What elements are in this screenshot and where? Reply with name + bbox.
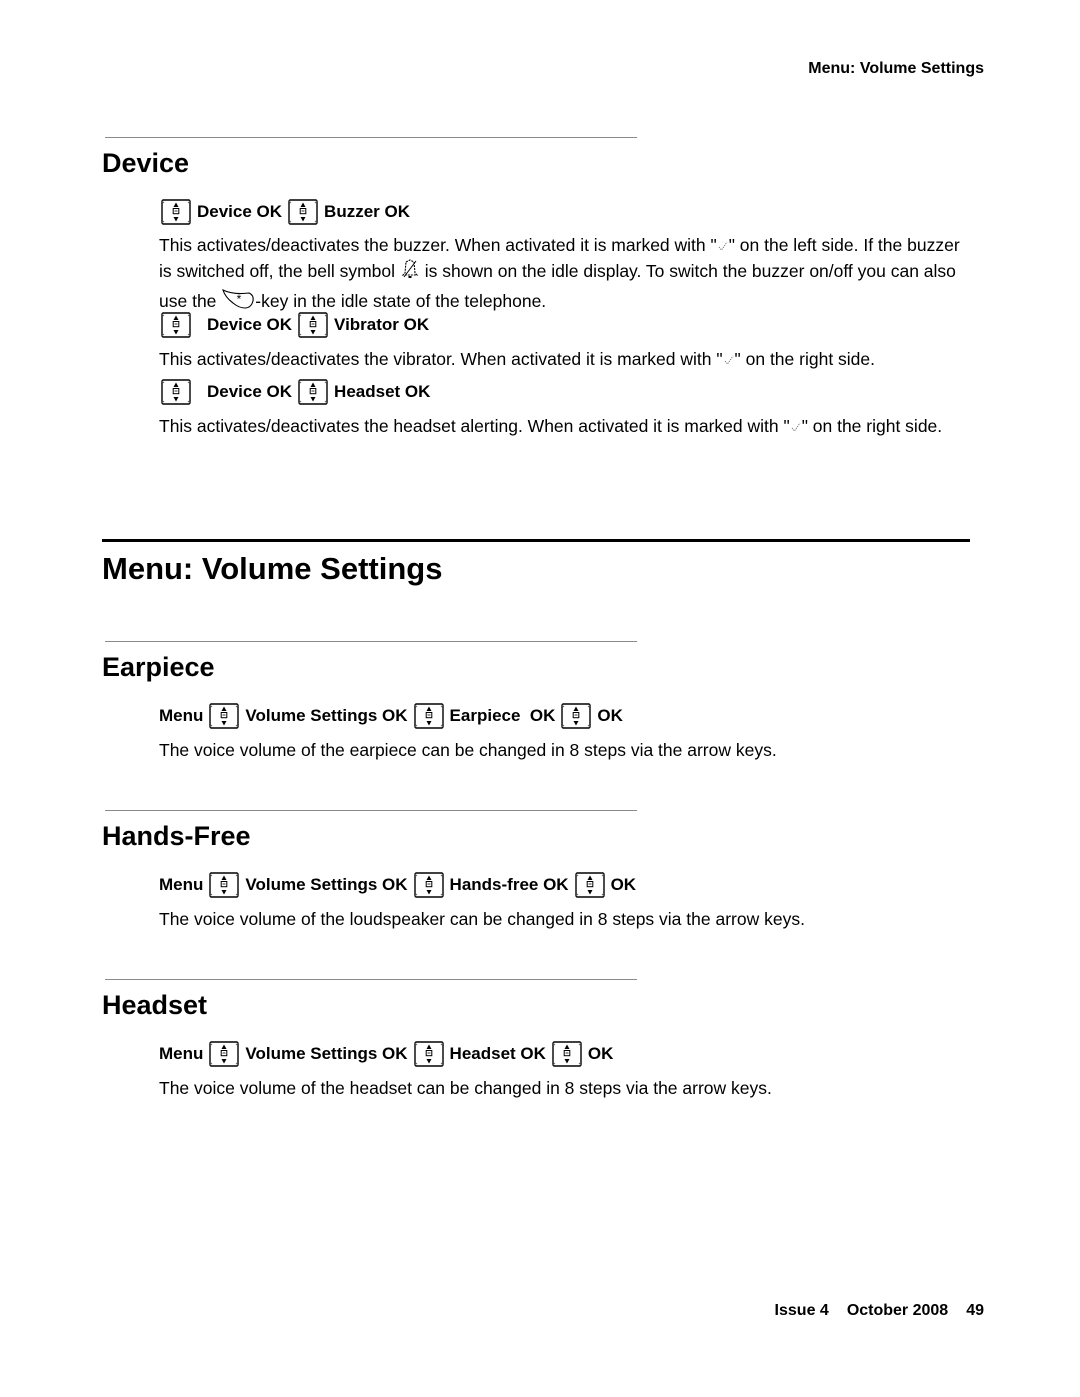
menu-path-headset: Menu Volume Settings OK Headset OK OK [159,1039,617,1069]
section-heading-hands-free: Hands-Free [102,821,251,851]
navigation-key-icon [159,378,193,406]
footer-issue: Issue 4 [774,1302,829,1319]
path-step: Volume Settings OK [245,875,408,894]
navigation-key-icon [207,1040,241,1068]
section-divider [105,137,637,138]
checkmark-icon [790,416,802,440]
earpiece-description: The voice volume of the earpiece can be … [159,740,777,760]
path-step: Volume Settings OK [245,706,408,725]
bell-off-icon [400,258,420,287]
hands-free-description: The voice volume of the loudspeaker can … [159,909,805,929]
checkmark-icon [723,349,735,373]
path-step: Menu [159,706,204,725]
section-divider [105,979,637,980]
navigation-key-icon [159,198,193,226]
text: -key in the idle state of the telephone. [255,290,547,311]
navigation-key-icon [412,1040,446,1068]
text: " on the right side. [801,416,943,436]
page-footer: Issue 4 October 2008 49 [766,1284,984,1320]
section-divider [105,641,637,642]
text: This activates/deactivates the vibrator.… [159,349,723,369]
path-step: Buzzer OK [324,202,411,221]
running-header: Menu: Volume Settings [808,60,984,77]
checkmark-icon [717,235,729,259]
page-number: 49 [966,1302,984,1319]
chapter-heading: Menu: Volume Settings [102,551,443,586]
navigation-key-icon [550,1040,584,1068]
navigation-key-icon [207,871,241,899]
path-step: Device OK [207,382,293,401]
headset-alert-description: This activates/deactivates the headset a… [159,415,959,439]
menu-path-hands-free: Menu Volume Settings OK Hands-free OK OK [159,870,640,900]
navigation-key-icon [412,702,446,730]
section-divider [105,810,637,811]
navigation-key-icon [286,198,320,226]
navigation-key-icon [412,871,446,899]
path-step: Menu [159,1044,204,1063]
path-step: Volume Settings OK [245,1044,408,1063]
navigation-key-icon [296,311,330,339]
path-step: OK [610,875,637,894]
menu-path-headset-alert: Device OK Headset OK [159,377,434,407]
path-step: Earpiece OK [449,706,556,725]
navigation-key-icon [573,871,607,899]
path-step: Menu [159,875,204,894]
footer-date: October 2008 [846,1302,949,1319]
navigation-key-icon [296,378,330,406]
chapter-divider [102,539,970,542]
path-step: OK [587,1044,614,1063]
path-step: Vibrator OK [334,315,430,334]
text: " on the right side. [734,349,876,369]
buzzer-description: This activates/deactivates the buzzer. W… [159,234,974,317]
headset-description: The voice volume of the headset can be c… [159,1078,772,1098]
menu-path-vibrator: Device OK Vibrator OK [159,310,433,340]
navigation-key-icon [559,702,593,730]
section-heading-headset: Headset [102,990,208,1020]
text: This activates/deactivates the buzzer. W… [159,235,717,255]
navigation-key-icon [159,311,193,339]
path-step: Device OK [197,202,283,221]
path-step: Headset OK [449,1044,546,1063]
svg-text:*: * [237,292,242,306]
section-heading-device: Device [102,148,190,178]
path-step: Device OK [207,315,293,334]
path-step: Hands-free OK [449,875,569,894]
vibrator-description: This activates/deactivates the vibrator.… [159,348,974,372]
menu-path-buzzer: Device OK Buzzer OK [159,197,414,227]
menu-path-earpiece: Menu Volume Settings OK Earpiece OK OK [159,701,627,731]
path-step: Headset OK [334,382,431,401]
navigation-key-icon [207,702,241,730]
section-heading-earpiece: Earpiece [102,652,215,682]
text: This activates/deactivates the headset a… [159,416,790,436]
path-step: OK [597,706,623,725]
